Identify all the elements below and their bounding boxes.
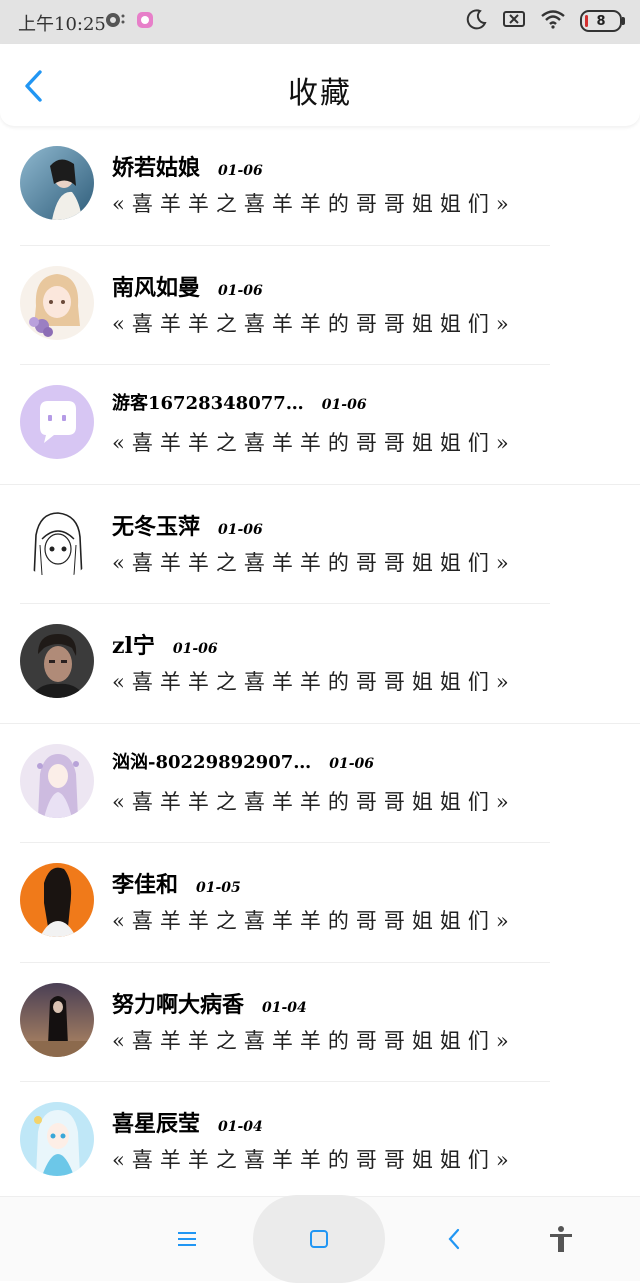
avatar[interactable] bbox=[20, 982, 94, 1057]
no-sim-icon bbox=[502, 9, 526, 33]
work-title: «喜羊羊之喜羊羊的哥哥姐姐们» bbox=[112, 670, 516, 694]
user-name: 汹汹-80229892907… bbox=[112, 751, 312, 773]
system-nav-bar bbox=[0, 1195, 640, 1283]
list-item[interactable]: 努力啊大病香 01-04 «喜羊羊之喜羊羊的哥哥姐姐们» bbox=[0, 963, 640, 1082]
home-square-icon bbox=[310, 1230, 328, 1248]
name-line: 无冬玉萍 01-06 bbox=[112, 509, 263, 541]
work-title: «喜羊羊之喜羊羊的哥哥姐姐们» bbox=[112, 1148, 516, 1172]
date-label: 01-06 bbox=[172, 641, 218, 657]
user-name: 南风如曼 bbox=[112, 274, 201, 301]
status-right-icons: 8 bbox=[466, 8, 625, 34]
work-title: «喜羊羊之喜羊羊的哥哥姐姐们» bbox=[112, 192, 516, 216]
list-item[interactable]: 游客16728348077… 01-06 «喜羊羊之喜羊羊的哥哥姐姐们» bbox=[0, 365, 640, 485]
date-label: 01-05 bbox=[196, 880, 241, 896]
user-name: 无冬玉萍 bbox=[112, 513, 201, 540]
work-title: «喜羊羊之喜羊羊的哥哥姐姐们» bbox=[112, 909, 516, 933]
battery-level: 8 bbox=[596, 13, 606, 29]
user-name: 努力啊大病香 bbox=[112, 991, 245, 1018]
avatar[interactable] bbox=[20, 743, 94, 818]
list-item[interactable]: zl宁 01-06 «喜羊羊之喜羊羊的哥哥姐姐们» bbox=[0, 604, 640, 724]
avatar[interactable] bbox=[20, 1102, 94, 1176]
menu-icon bbox=[178, 1232, 196, 1246]
avatar[interactable] bbox=[20, 624, 94, 698]
date-label: 01-06 bbox=[218, 282, 263, 299]
user-name: 娇若姑娘 bbox=[112, 155, 201, 181]
menu-button[interactable] bbox=[167, 1219, 207, 1259]
user-name: zl宁 bbox=[112, 633, 155, 659]
page-title: 收藏 bbox=[288, 76, 352, 111]
notification-icon bbox=[104, 10, 126, 34]
date-label: 01-06 bbox=[218, 521, 263, 538]
name-line: 游客16728348077… 01-06 bbox=[112, 389, 367, 415]
status-time: 上午10:25 bbox=[18, 14, 106, 35]
avatar[interactable] bbox=[20, 863, 94, 937]
avatar[interactable] bbox=[20, 146, 94, 220]
battery-icon: 8 bbox=[580, 10, 625, 32]
accessibility-button[interactable] bbox=[541, 1219, 581, 1259]
list-item[interactable]: 娇若姑娘 01-06 «喜羊羊之喜羊羊的哥哥姐姐们» bbox=[0, 126, 640, 246]
moon-icon bbox=[466, 8, 488, 34]
list-item[interactable]: 李佳和 01-05 «喜羊羊之喜羊羊的哥哥姐姐们» bbox=[0, 843, 640, 963]
wifi-icon bbox=[540, 9, 566, 33]
date-label: 01-06 bbox=[329, 755, 375, 772]
work-title: «喜羊羊之喜羊羊的哥哥姐姐们» bbox=[112, 789, 516, 814]
list-item[interactable]: 汹汹-80229892907… 01-06 «喜羊羊之喜羊羊的哥哥姐姐们» bbox=[0, 724, 640, 843]
user-name: 喜星辰莹 bbox=[112, 1111, 201, 1137]
date-label: 01-06 bbox=[321, 397, 367, 413]
name-line: zl宁 01-06 bbox=[112, 628, 218, 660]
avatar[interactable] bbox=[20, 385, 94, 459]
name-line: 努力啊大病香 01-04 bbox=[112, 987, 307, 1019]
name-line: 喜星辰莹 01-04 bbox=[112, 1106, 263, 1138]
name-line: 南风如曼 01-06 bbox=[112, 270, 263, 302]
work-title: «喜羊羊之喜羊羊的哥哥姐姐们» bbox=[112, 1028, 516, 1053]
date-label: 01-04 bbox=[262, 999, 307, 1016]
status-bar: 上午10:25 8 bbox=[0, 0, 640, 44]
work-title: «喜羊羊之喜羊羊的哥哥姐姐们» bbox=[112, 431, 516, 455]
header: 收藏 bbox=[0, 44, 640, 126]
name-line: 汹汹-80229892907… 01-06 bbox=[112, 748, 374, 774]
name-line: 李佳和 01-05 bbox=[112, 867, 241, 899]
status-left-icons bbox=[104, 10, 154, 34]
name-line: 娇若姑娘 01-06 bbox=[112, 150, 263, 182]
user-name: 李佳和 bbox=[112, 872, 179, 898]
home-button[interactable] bbox=[253, 1195, 385, 1283]
back-arrow-icon bbox=[448, 1228, 460, 1250]
nav-back-button[interactable] bbox=[434, 1219, 474, 1259]
app-icon bbox=[136, 11, 154, 33]
work-title: «喜羊羊之喜羊羊的哥哥姐姐们» bbox=[112, 550, 516, 575]
work-title: «喜羊羊之喜羊羊的哥哥姐姐们» bbox=[112, 311, 516, 336]
avatar[interactable] bbox=[20, 504, 94, 579]
date-label: 01-06 bbox=[218, 163, 263, 179]
favorites-list: 娇若姑娘 01-06 «喜羊羊之喜羊羊的哥哥姐姐们» 南风如曼 01-06 «喜… bbox=[0, 126, 640, 1202]
accessibility-icon bbox=[550, 1226, 572, 1252]
list-item[interactable]: 无冬玉萍 01-06 «喜羊羊之喜羊羊的哥哥姐姐们» bbox=[0, 485, 640, 604]
user-name: 游客16728348077… bbox=[112, 393, 304, 414]
date-label: 01-04 bbox=[218, 1119, 263, 1135]
list-item[interactable]: 南风如曼 01-06 «喜羊羊之喜羊羊的哥哥姐姐们» bbox=[0, 246, 640, 365]
list-item[interactable]: 喜星辰莹 01-04 «喜羊羊之喜羊羊的哥哥姐姐们» bbox=[0, 1082, 640, 1202]
avatar[interactable] bbox=[20, 265, 94, 340]
